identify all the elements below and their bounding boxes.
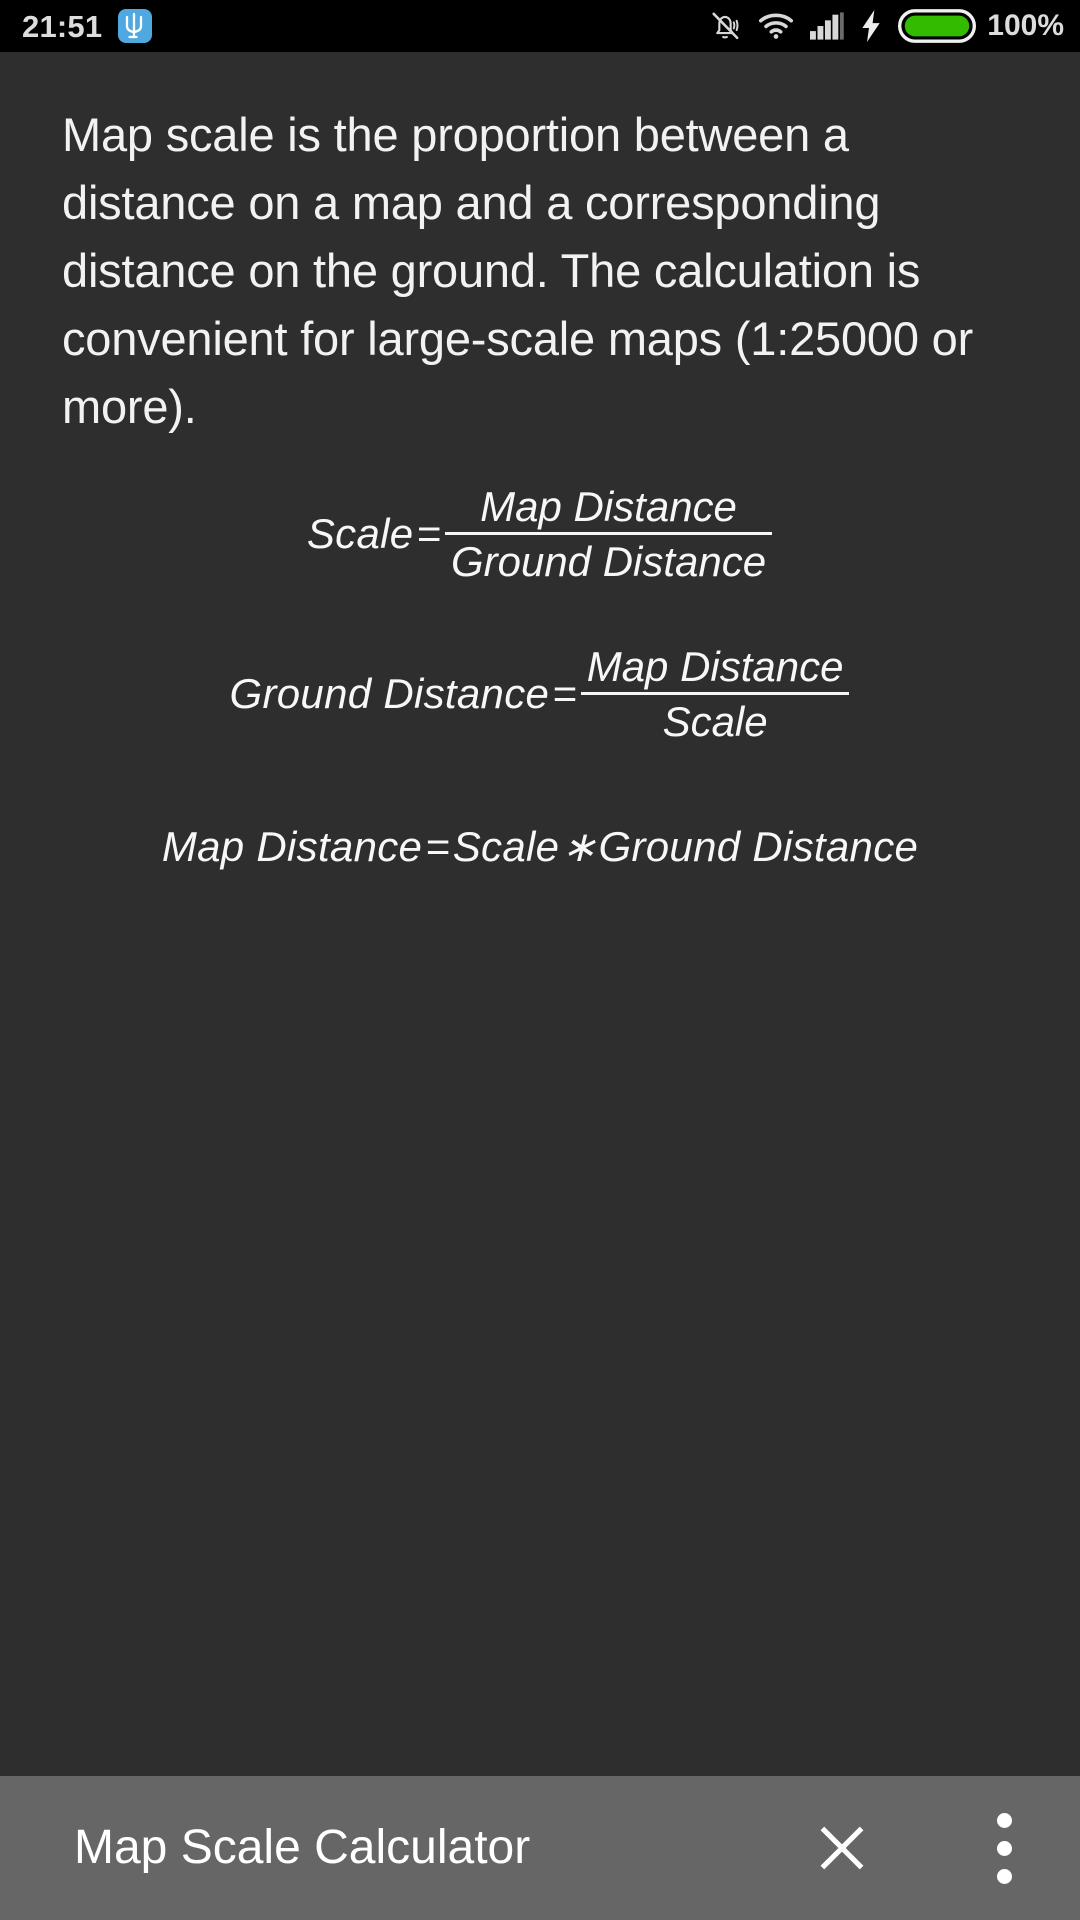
ground-distance-formula-lhs: Ground Distance (229, 670, 550, 718)
trident-usb-debug-icon (118, 9, 153, 43)
overflow-menu-icon[interactable] (966, 1793, 1042, 1903)
scale-formula-denominator: Ground Distance (444, 532, 773, 585)
overflow-dot (996, 1868, 1012, 1884)
map-distance-formula-rhs-right: Ground Distance (598, 822, 919, 870)
app-screen: 21:51 100% Map scale is the proportion b… (0, 0, 1080, 1920)
bell-muted-icon (708, 9, 742, 43)
battery-icon (898, 9, 977, 43)
scale-formula-fraction: Map Distance Ground Distance (444, 483, 773, 585)
status-clock: 21:51 (22, 8, 103, 44)
ground-distance-formula: Ground Distance = Map Distance Scale (0, 644, 1080, 745)
map-distance-formula-operator: ∗ (561, 823, 597, 870)
signal-bars-icon (810, 12, 845, 40)
charging-bolt-icon (860, 10, 882, 42)
ground-distance-formula-equals: = (552, 670, 577, 718)
close-icon[interactable] (794, 1800, 890, 1896)
overflow-dot (996, 1840, 1012, 1856)
app-title: Map Scale Calculator (74, 1821, 531, 1874)
scale-formula-numerator: Map Distance (480, 483, 737, 530)
battery-percent-label: 100% (987, 9, 1064, 42)
ground-distance-formula-numerator: Map Distance (586, 643, 844, 690)
map-distance-formula: Map Distance = Scale ∗ Ground Distance (0, 822, 1080, 871)
map-distance-formula-rhs-left: Scale (452, 822, 560, 870)
ground-distance-formula-denominator: Scale (580, 692, 850, 745)
intro-paragraph: Map scale is the proportion between a di… (62, 108, 974, 433)
bottom-app-bar: Map Scale Calculator (0, 1776, 1080, 1920)
overflow-dot (996, 1812, 1012, 1828)
wifi-icon (758, 11, 794, 41)
scale-formula: Scale = Map Distance Ground Distance (0, 484, 1080, 585)
scale-formula-lhs: Scale (306, 510, 414, 558)
status-bar: 21:51 100% (0, 0, 1080, 52)
main-content: Map scale is the proportion between a di… (0, 52, 1080, 1776)
scale-formula-equals: = (416, 510, 441, 558)
map-distance-formula-equals: = (425, 822, 450, 870)
map-distance-formula-lhs: Map Distance (161, 822, 423, 870)
ground-distance-formula-fraction: Map Distance Scale (580, 643, 850, 745)
